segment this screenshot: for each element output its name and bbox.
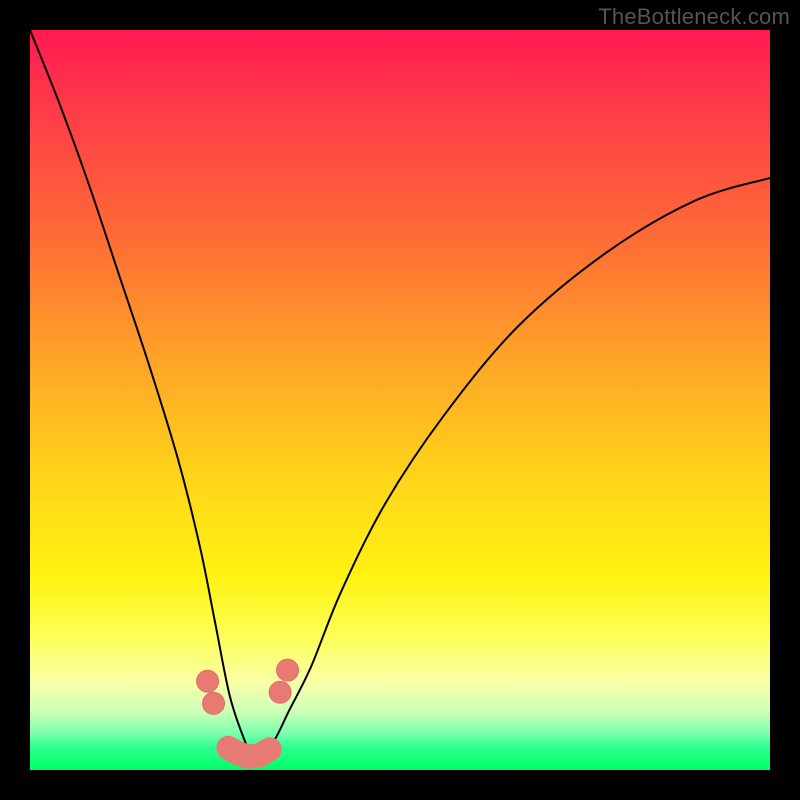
plot-area: [30, 30, 770, 770]
marker-cluster: [228, 748, 269, 757]
bottleneck-curve: [30, 30, 770, 757]
marker-dot: [203, 692, 225, 714]
markers-group: [197, 659, 299, 714]
marker-dot: [277, 659, 299, 681]
marker-dot: [269, 681, 291, 703]
curve-layer: [30, 30, 770, 770]
marker-dot: [197, 670, 219, 692]
watermark-text: TheBottleneck.com: [598, 4, 790, 30]
chart-frame: TheBottleneck.com: [0, 0, 800, 800]
